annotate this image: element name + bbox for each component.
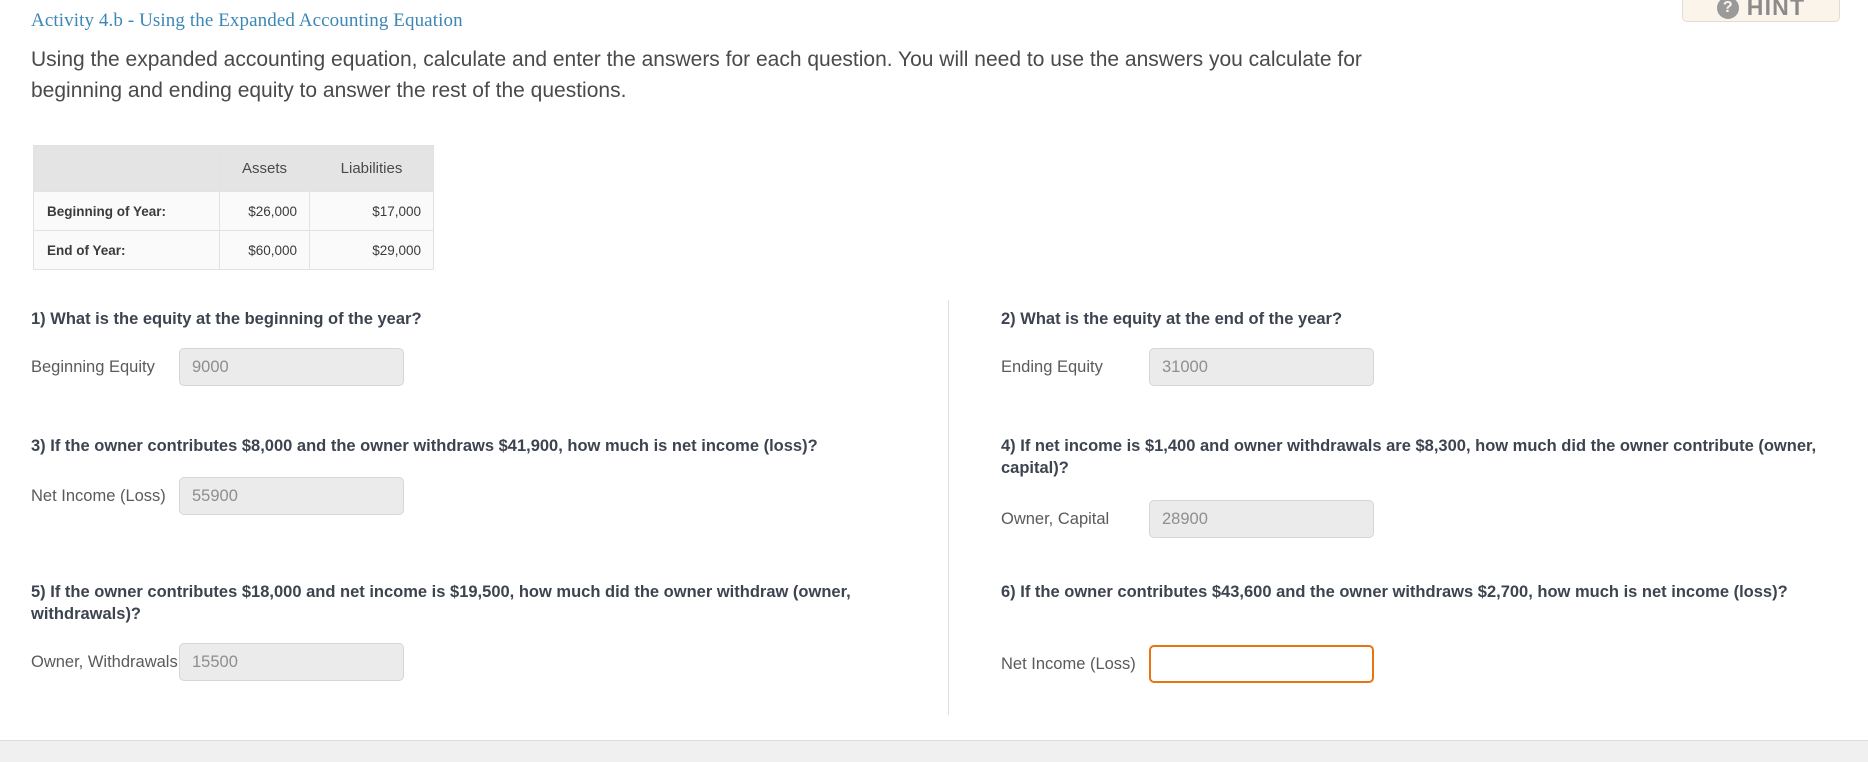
hint-button-label: HINT <box>1746 0 1806 20</box>
table-row: Beginning of Year: $26,000 $17,000 <box>33 191 434 231</box>
question-5-text: 5) If the owner contributes $18,000 and … <box>31 583 851 623</box>
question-6: 6) If the owner contributes $43,600 and … <box>1001 581 1831 683</box>
question-3-text: 3) If the owner contributes $8,000 and t… <box>31 437 818 455</box>
question-2-answer-row: Ending Equity <box>1001 348 1841 386</box>
question-1-field-label: Beginning Equity <box>31 357 155 376</box>
question-1: 1) What is the equity at the beginning o… <box>31 308 911 386</box>
question-2-text: 2) What is the equity at the end of the … <box>1001 310 1343 328</box>
question-4-answer-row: Owner, Capital <box>1001 500 1831 538</box>
table-header-row: Assets Liabilities <box>33 145 434 192</box>
question-1-input[interactable] <box>179 348 404 386</box>
row-label-beginning-of-year: Beginning of Year: <box>33 191 220 231</box>
question-6-text: 6) If the owner contributes $43,600 and … <box>1001 583 1788 601</box>
activity-page: ? HINT Activity 4.b - Using the Expanded… <box>0 0 1868 762</box>
hint-button[interactable]: ? HINT <box>1682 0 1840 22</box>
question-2-input[interactable] <box>1149 348 1374 386</box>
table-header-assets: Assets <box>219 145 310 192</box>
cell-beginning-assets: $26,000 <box>219 191 310 231</box>
question-5-field-label: Owner, Withdrawals <box>31 652 178 671</box>
question-3-input[interactable] <box>179 477 404 515</box>
question-5-input[interactable] <box>179 643 404 681</box>
question-5: 5) If the owner contributes $18,000 and … <box>31 581 901 681</box>
cell-end-liabilities: $29,000 <box>309 230 434 270</box>
question-6-input[interactable] <box>1149 645 1374 683</box>
table-body: Beginning of Year: $26,000 $17,000 End o… <box>33 191 434 270</box>
question-4-field-label: Owner, Capital <box>1001 509 1110 528</box>
question-1-text: 1) What is the equity at the beginning o… <box>31 310 422 328</box>
question-4-input[interactable] <box>1149 500 1374 538</box>
table-row: End of Year: $60,000 $29,000 <box>33 230 434 270</box>
cell-end-assets: $60,000 <box>219 230 310 270</box>
question-6-answer-row: Net Income (Loss) <box>1001 645 1831 683</box>
question-2: 2) What is the equity at the end of the … <box>1001 308 1841 386</box>
table-head: Assets Liabilities <box>33 145 434 192</box>
question-4-text: 4) If net income is $1,400 and owner wit… <box>1001 437 1817 477</box>
question-6-field-label: Net Income (Loss) <box>1001 654 1136 673</box>
question-3-answer-row: Net Income (Loss) <box>31 477 911 515</box>
row-label-end-of-year: End of Year: <box>33 230 220 270</box>
activity-instructions: Using the expanded accounting equation, … <box>31 48 1362 102</box>
question-1-answer-row: Beginning Equity <box>31 348 911 386</box>
question-4: 4) If net income is $1,400 and owner wit… <box>1001 435 1831 538</box>
question-2-field-label: Ending Equity <box>1001 357 1103 376</box>
bottom-bar <box>0 740 1868 762</box>
question-3: 3) If the owner contributes $8,000 and t… <box>31 435 911 515</box>
question-3-field-label: Net Income (Loss) <box>31 486 166 505</box>
column-divider <box>948 300 949 715</box>
table-header-corner <box>33 145 220 192</box>
cell-beginning-liabilities: $17,000 <box>309 191 434 231</box>
activity-title[interactable]: Activity 4.b - Using the Expanded Accoun… <box>31 10 463 32</box>
question-mark-circle-icon: ? <box>1716 0 1739 19</box>
table-header-liabilities: Liabilities <box>309 145 434 192</box>
question-5-answer-row: Owner, Withdrawals <box>31 643 901 681</box>
assets-liabilities-table: Assets Liabilities Beginning of Year: $2… <box>33 145 434 270</box>
